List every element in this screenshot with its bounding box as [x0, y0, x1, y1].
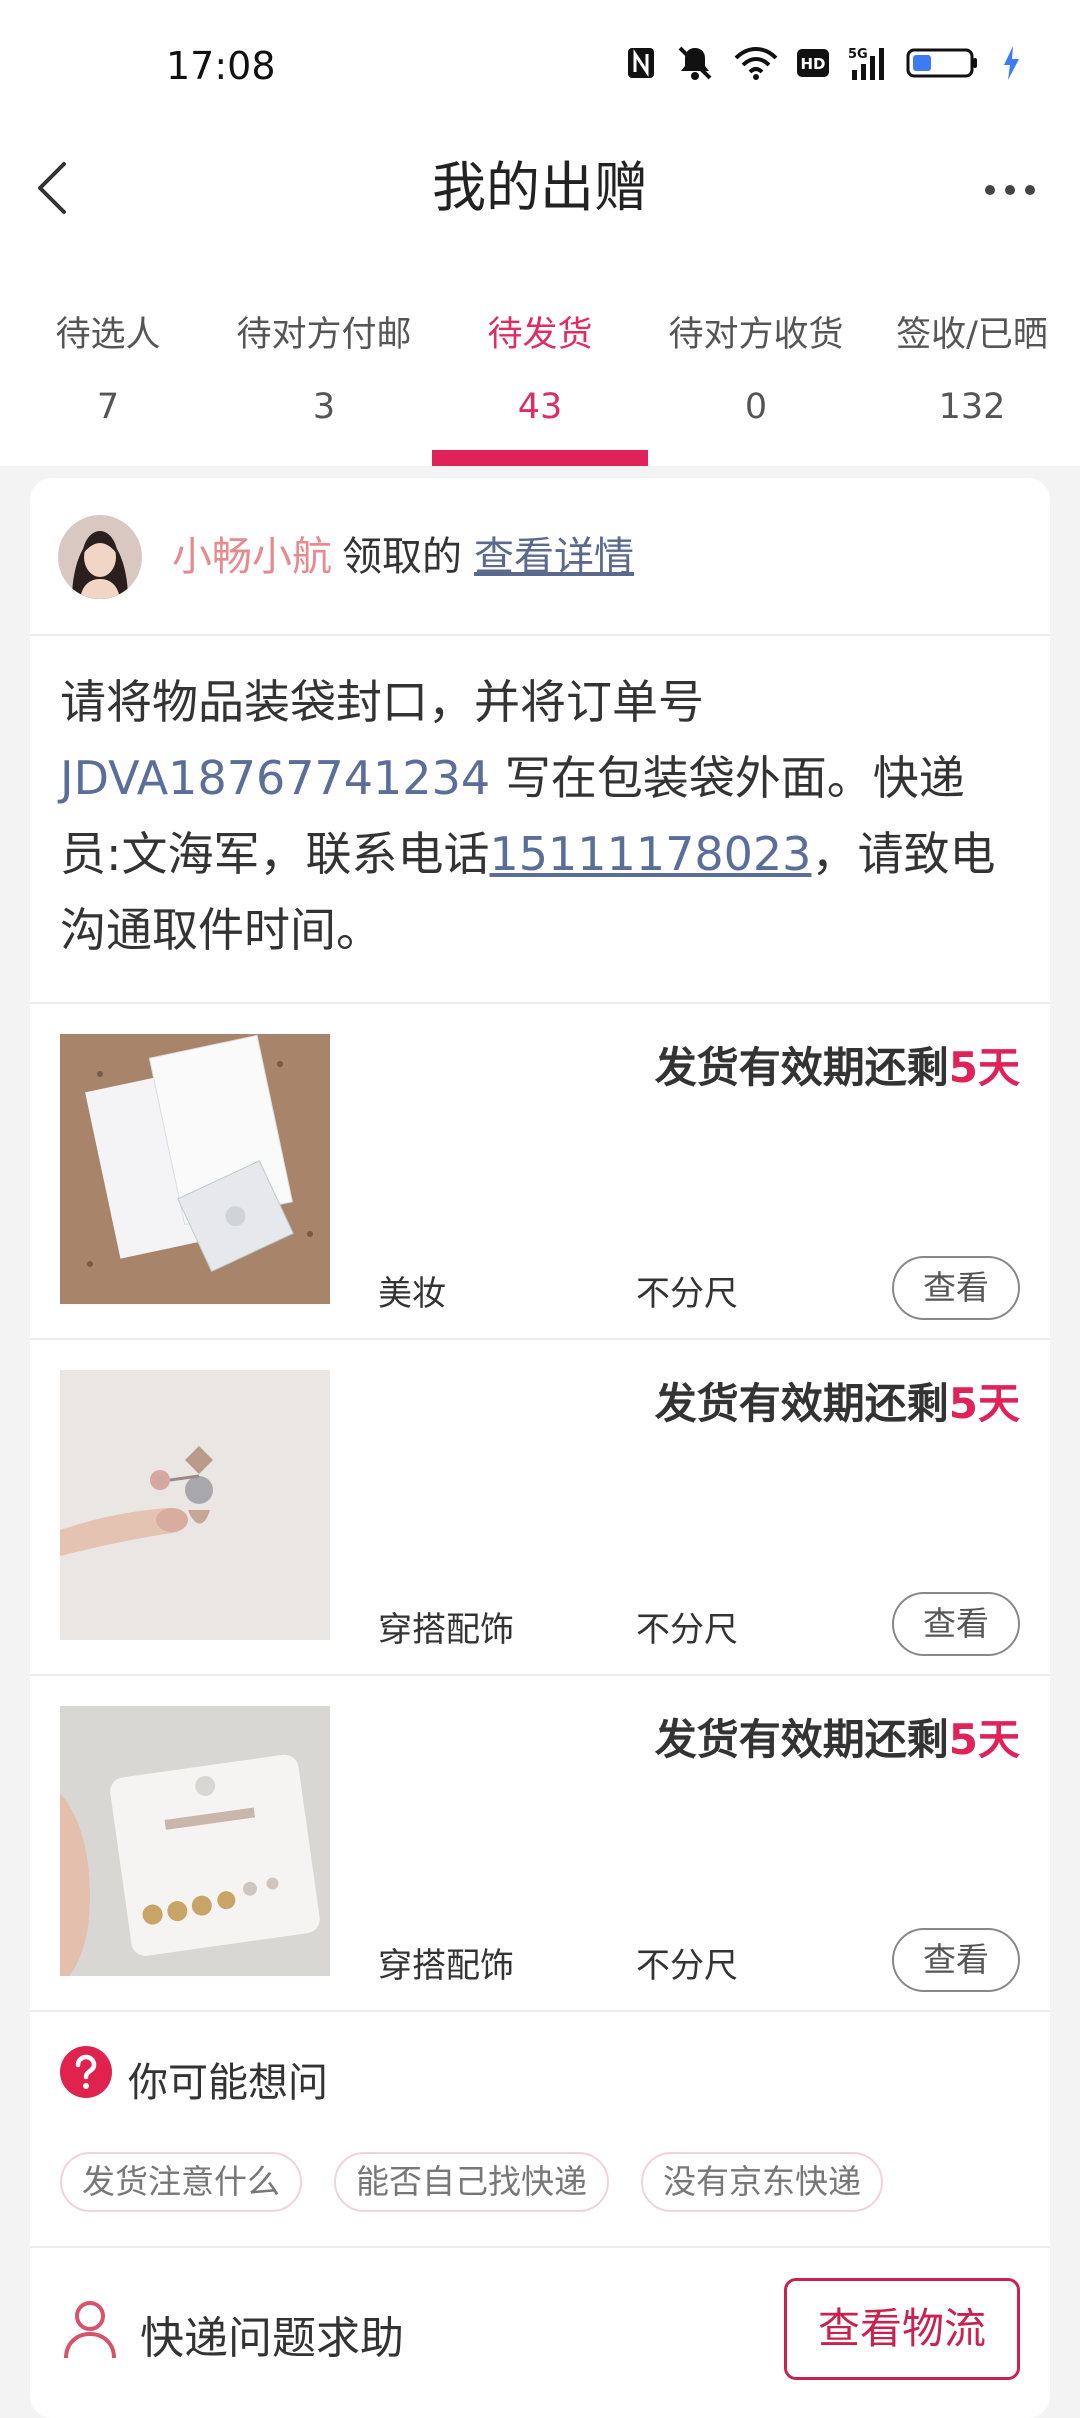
svg-text:5G: 5G: [848, 47, 868, 62]
status-time: 17:08: [166, 44, 276, 88]
page-title: 我的出赠: [432, 156, 648, 219]
cosmetics-photo: [60, 1034, 330, 1304]
receiver-suffix: 领取的: [342, 534, 462, 580]
earrings-photo: [60, 1706, 330, 1976]
courier-help-link[interactable]: 快递问题求助: [140, 2302, 404, 2366]
pendant-photo: [60, 1370, 330, 1640]
status-tabs: 待选人 7 待对方付邮 3 待发货 43 待对方收货 0 签收/已晒 132: [0, 280, 1080, 466]
shipping-deadline: 发货有效期还剩5天: [655, 1706, 1020, 1767]
tab-count: 132: [938, 387, 1006, 427]
header: 我的出赠: [0, 130, 1080, 280]
active-tab-indicator: [432, 450, 648, 466]
item-size: 不分尺: [636, 1274, 738, 1314]
deadline-days: 5天: [948, 1379, 1020, 1428]
shipping-instruction: 请将物品装袋封口，并将订单号 JDVA18767741234 写在包装袋外面。快…: [60, 664, 1020, 968]
tab-pending-postage[interactable]: 待对方付邮 3: [216, 280, 432, 466]
item-thumbnail[interactable]: [60, 1706, 330, 1976]
status-icons: HD 5G: [626, 44, 1020, 82]
item-row: 发货有效期还剩5天 穿搭配饰 不分尺 查看: [30, 1340, 1050, 1674]
item-row: 发货有效期还剩5天 美妆 不分尺 查看: [30, 1004, 1050, 1338]
signal-5g-icon: 5G: [848, 47, 884, 80]
faq-title: 你可能想问: [128, 2060, 328, 2106]
item-category: 美妆: [378, 1274, 446, 1314]
tab-count: 0: [744, 387, 768, 427]
deadline-days: 5天: [948, 1715, 1020, 1764]
item-row: 发货有效期还剩5天 穿搭配饰 不分尺 查看: [30, 1676, 1050, 2010]
tab-count: 43: [517, 387, 563, 427]
tab-label: 待发货: [487, 315, 593, 355]
user-icon: [64, 2301, 116, 2359]
faq-chips: 发货注意什么 能否自己找快递 没有京东快递: [60, 2152, 883, 2212]
wifi-icon: [734, 47, 778, 80]
view-item-button[interactable]: 查看: [892, 1256, 1020, 1320]
courier-phone-link[interactable]: 15111178023: [490, 827, 812, 881]
tab-pending-receipt[interactable]: 待对方收货 0: [648, 280, 864, 466]
faq-chip[interactable]: 能否自己找快递: [334, 2152, 609, 2212]
deadline-prefix: 发货有效期还剩: [654, 1043, 949, 1092]
item-category: 穿搭配饰: [378, 1946, 514, 1986]
tab-pending-shipment[interactable]: 待发货 43: [432, 280, 648, 466]
avatar-image: [58, 515, 142, 599]
item-size: 不分尺: [636, 1946, 738, 1986]
deadline-prefix: 发货有效期还剩: [654, 1715, 949, 1764]
receiver-row: 小畅小航 领取的 查看详情: [30, 478, 1050, 636]
view-item-button[interactable]: 查看: [892, 1592, 1020, 1656]
avatar[interactable]: [58, 515, 142, 599]
mute-icon: [678, 46, 712, 80]
question-icon: [60, 2046, 112, 2098]
hd-icon: HD: [797, 49, 829, 77]
faq-chip[interactable]: 发货注意什么: [60, 2152, 302, 2212]
status-bar: 17:08 HD 5G: [0, 0, 1080, 130]
receiver-name[interactable]: 小畅小航: [172, 534, 332, 580]
order-number: JDVA18767741234: [60, 751, 491, 805]
view-item-button[interactable]: 查看: [892, 1928, 1020, 1992]
order-card: 小畅小航 领取的 查看详情 请将物品装袋封口，并将订单号 JDVA187677412…: [30, 478, 1050, 2418]
nfc-icon: [628, 48, 654, 78]
shipping-deadline: 发货有效期还剩5天: [655, 1034, 1020, 1095]
svg-text:HD: HD: [800, 55, 825, 73]
item-size: 不分尺: [636, 1610, 738, 1650]
item-thumbnail[interactable]: [60, 1370, 330, 1640]
view-details-link[interactable]: 查看详情: [474, 534, 634, 580]
charging-icon: [1004, 46, 1019, 80]
tab-label: 待对方付邮: [236, 315, 412, 355]
faq-section: 你可能想问 发货注意什么 能否自己找快递 没有京东快递: [30, 2010, 1050, 2246]
item-thumbnail[interactable]: [60, 1034, 330, 1304]
tab-received[interactable]: 签收/已晒 132: [864, 280, 1080, 466]
receiver-text: 小畅小航 领取的 查看详情: [172, 530, 634, 584]
tab-count: 3: [312, 387, 336, 427]
tab-count: 7: [96, 387, 120, 427]
instruction-text: 请将物品装袋封口，并将订单号: [60, 675, 704, 729]
deadline-prefix: 发货有效期还剩: [654, 1379, 949, 1428]
faq-chip[interactable]: 没有京东快递: [641, 2152, 883, 2212]
battery-icon: [906, 48, 977, 78]
tab-pending-selection[interactable]: 待选人 7: [0, 280, 216, 466]
tab-label: 待选人: [55, 315, 161, 355]
tab-label: 签收/已晒: [896, 315, 1048, 355]
item-category: 穿搭配饰: [378, 1610, 514, 1650]
view-logistics-button[interactable]: 查看物流: [784, 2278, 1020, 2380]
help-section: 快递问题求助 查看物流: [30, 2248, 1050, 2418]
shipping-deadline: 发货有效期还剩5天: [655, 1370, 1020, 1431]
more-icon[interactable]: [980, 160, 1040, 220]
tab-label: 待对方收货: [668, 315, 844, 355]
deadline-days: 5天: [948, 1043, 1020, 1092]
